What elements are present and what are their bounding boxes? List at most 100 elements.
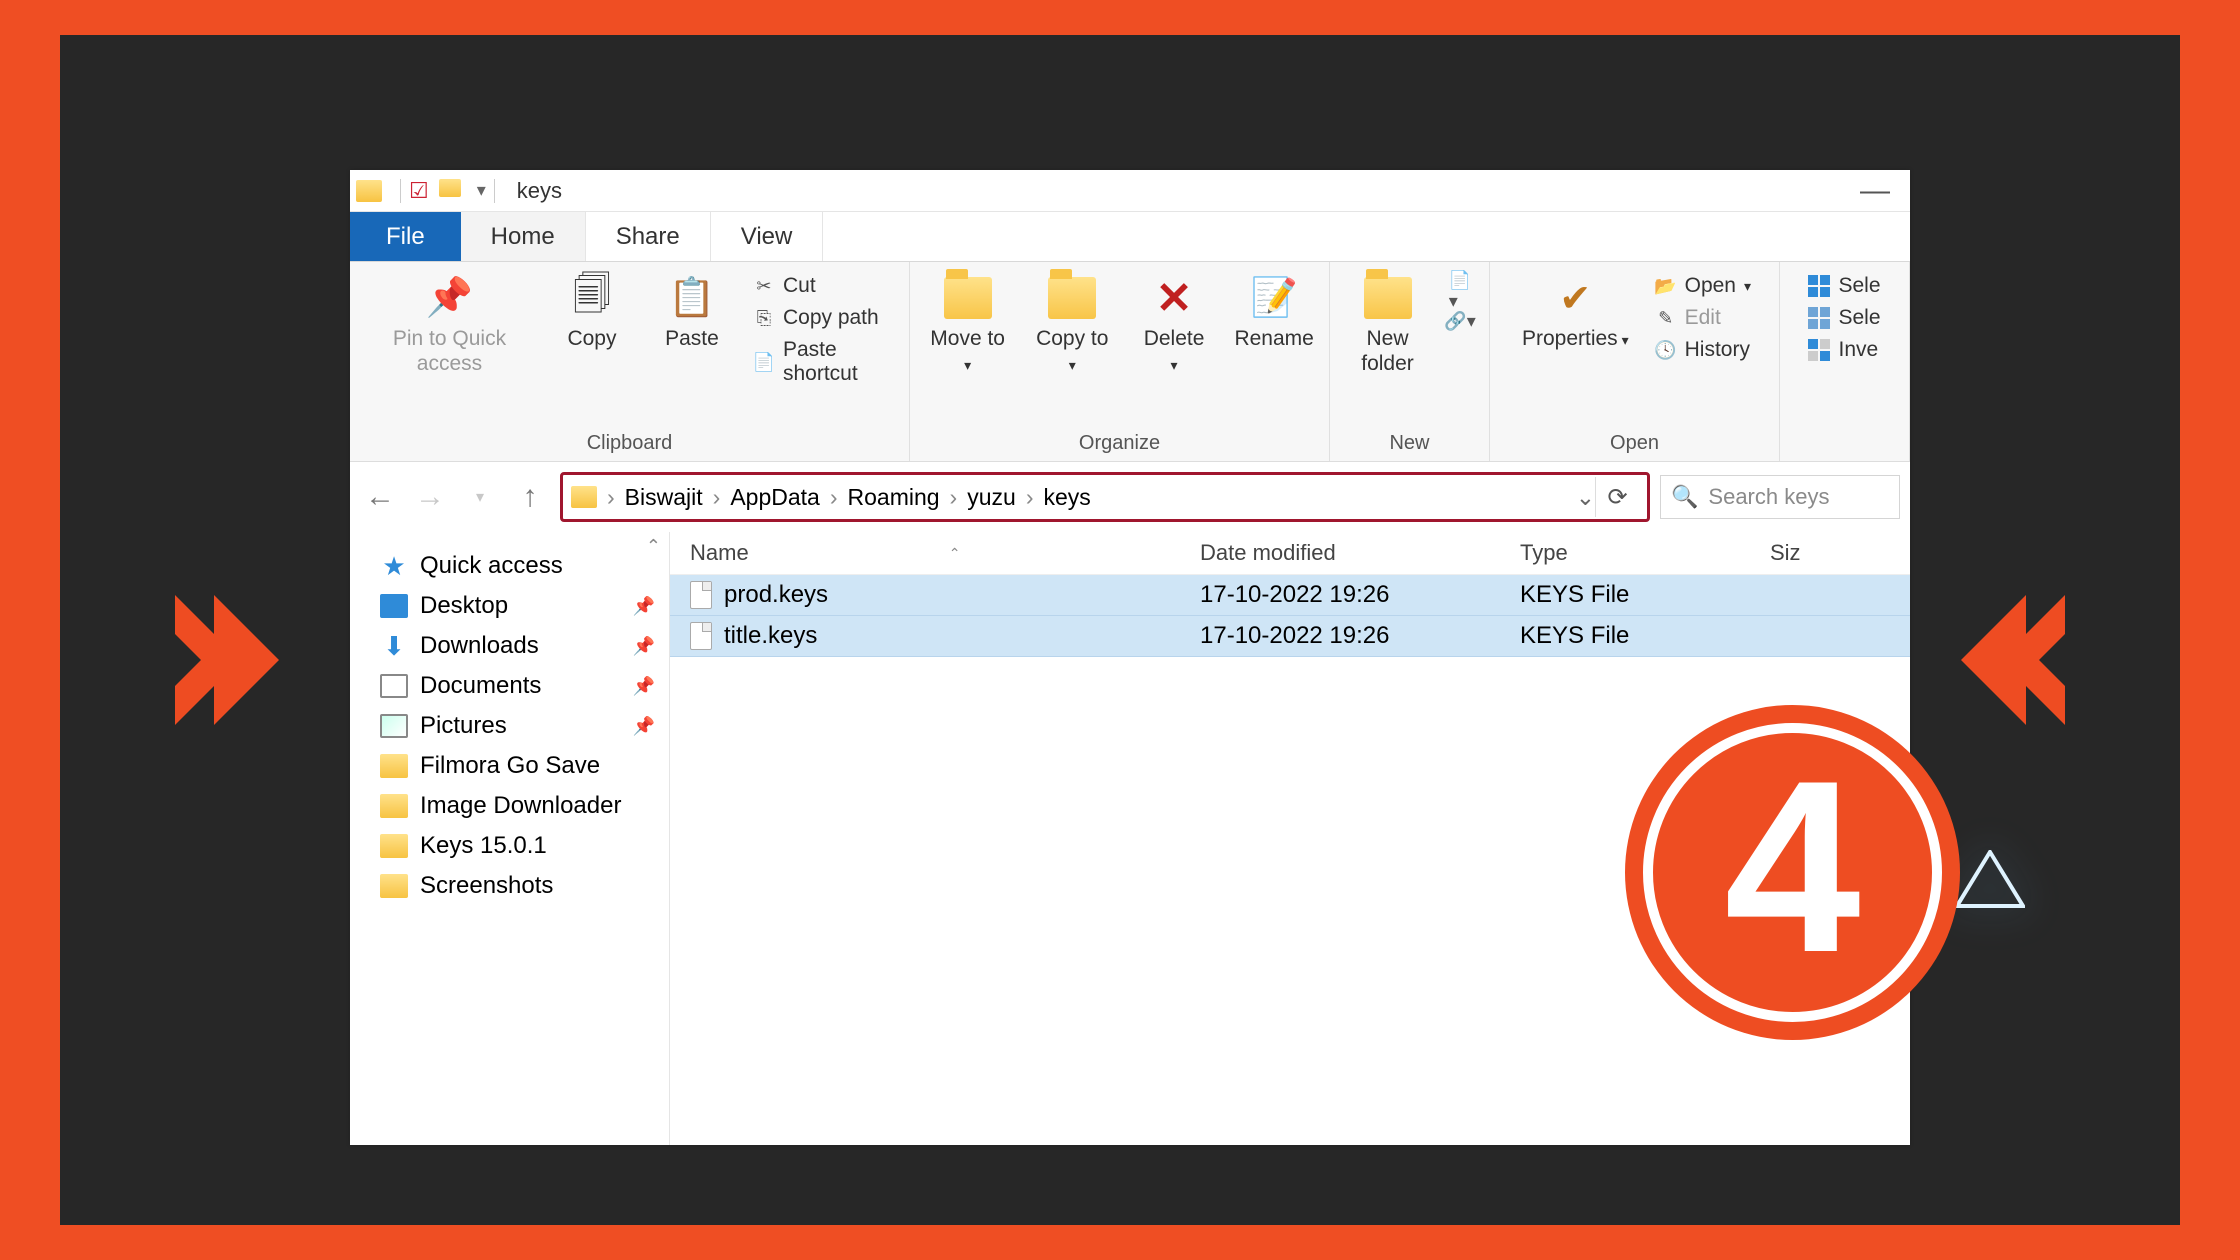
search-input[interactable]: 🔍 Search keys — [1660, 475, 1900, 519]
paste-button[interactable]: 📋 Paste — [647, 270, 737, 355]
tab-home[interactable]: Home — [461, 212, 586, 261]
select-none-button[interactable]: Sele — [1808, 306, 1880, 330]
sidebar-item-folder[interactable]: Screenshots — [376, 866, 659, 906]
sidebar-item-pictures[interactable]: Pictures 📌 — [376, 706, 659, 746]
column-modified[interactable]: Date modified — [1200, 540, 1520, 566]
breadcrumb-segment[interactable]: Roaming — [848, 484, 940, 511]
paste-shortcut-button[interactable]: 📄Paste shortcut — [753, 338, 891, 386]
rename-icon: 📝 — [1250, 274, 1298, 322]
copy-to-icon — [1048, 274, 1096, 322]
sidebar-quick-access[interactable]: ★ Quick access — [376, 546, 659, 586]
properties-button[interactable]: ✔ Properties — [1512, 270, 1639, 355]
file-row[interactable]: title.keys 17-10-2022 19:26 KEYS File — [670, 616, 1910, 657]
paste-shortcut-icon: 📄 — [753, 351, 775, 373]
sidebar-item-label: Filmora Go Save — [420, 752, 600, 780]
cut-icon: ✂ — [753, 275, 775, 297]
copy-path-button[interactable]: ⎘Copy path — [753, 306, 891, 330]
move-to-button[interactable]: Move to — [920, 270, 1016, 380]
history-button[interactable]: 🕓History — [1655, 338, 1751, 362]
nav-forward-button[interactable]: → — [410, 480, 450, 514]
file-explorer-window: ☑ ▾ keys — File Home Share View 📌 Pin to… — [350, 170, 1910, 1145]
tab-share[interactable]: Share — [586, 212, 711, 261]
select-all-button[interactable]: Sele — [1808, 274, 1880, 298]
easy-access-button[interactable]: 🔗▾ — [1449, 310, 1471, 332]
star-icon: ★ — [380, 554, 408, 578]
sidebar-item-folder[interactable]: Image Downloader — [376, 786, 659, 826]
tab-view[interactable]: View — [711, 212, 824, 261]
nav-back-button[interactable]: ← — [360, 480, 400, 514]
search-placeholder: Search keys — [1708, 484, 1829, 510]
file-type: KEYS File — [1520, 622, 1770, 650]
open-button[interactable]: 📂Open ▾ — [1655, 274, 1751, 298]
column-headers[interactable]: Name ⌃ Date modified Type Siz — [670, 532, 1910, 575]
minimize-button[interactable]: — — [1860, 174, 1890, 208]
sidebar-item-folder[interactable]: Keys 15.0.1 — [376, 826, 659, 866]
scroll-up-icon[interactable]: ⌃ — [646, 536, 661, 557]
qat-properties-icon[interactable]: ☑ — [409, 178, 429, 204]
column-name[interactable]: Name — [690, 540, 749, 566]
address-dropdown-icon[interactable]: ⌄ — [1576, 484, 1595, 511]
breadcrumb-segment[interactable]: Biswajit — [625, 484, 703, 511]
tab-file[interactable]: File — [350, 212, 461, 261]
new-item-button[interactable]: 📄▾ — [1449, 280, 1471, 302]
cursor-triangle-icon — [1955, 850, 2025, 915]
select-all-icon — [1808, 275, 1830, 297]
file-row[interactable]: prod.keys 17-10-2022 19:26 KEYS File — [670, 575, 1910, 616]
copy-path-icon: ⎘ — [753, 307, 775, 329]
breadcrumb-segment[interactable]: yuzu — [967, 484, 1016, 511]
select-none-icon — [1808, 307, 1830, 329]
desktop-icon — [380, 594, 408, 618]
file-type: KEYS File — [1520, 581, 1770, 609]
file-icon — [690, 581, 712, 609]
file-name: prod.keys — [724, 581, 828, 609]
sidebar-item-downloads[interactable]: ⬇ Downloads 📌 — [376, 626, 659, 666]
copy-to-button[interactable]: Copy to — [1025, 270, 1119, 380]
edit-icon: ✎ — [1655, 307, 1677, 329]
folder-icon — [380, 794, 408, 818]
nav-recent-button[interactable]: ▾ — [460, 487, 500, 507]
sidebar-item-folder[interactable]: Filmora Go Save — [376, 746, 659, 786]
sidebar-item-documents[interactable]: Documents 📌 — [376, 666, 659, 706]
address-bar[interactable]: › Biswajit › AppData › Roaming › yuzu › … — [560, 472, 1650, 522]
nav-up-button[interactable]: ↑ — [510, 480, 550, 514]
next-step-icon[interactable] — [1935, 595, 2065, 730]
address-folder-icon — [571, 486, 597, 508]
sidebar-item-label: Documents — [420, 672, 541, 700]
delete-button[interactable]: ✕ Delete — [1129, 270, 1219, 380]
file-modified: 17-10-2022 19:26 — [1200, 622, 1520, 650]
download-icon: ⬇ — [380, 634, 408, 658]
file-name: title.keys — [724, 622, 817, 650]
prev-step-icon[interactable] — [175, 595, 305, 730]
invert-selection-button[interactable]: Inve — [1808, 338, 1880, 362]
crumb-separator: › — [607, 484, 615, 511]
documents-icon — [380, 674, 408, 698]
breadcrumb-segment[interactable]: AppData — [730, 484, 820, 511]
cut-button[interactable]: ✂Cut — [753, 274, 891, 298]
ribbon-group-new: New folder 📄▾ 🔗▾ New — [1330, 262, 1490, 461]
sidebar-item-label: Downloads — [420, 632, 539, 660]
sidebar-item-label: Screenshots — [420, 872, 553, 900]
sidebar-item-label: Image Downloader — [420, 792, 621, 820]
sidebar-item-desktop[interactable]: Desktop 📌 — [376, 586, 659, 626]
address-row: ← → ▾ ↑ › Biswajit › AppData › Roaming ›… — [350, 462, 1910, 532]
column-type[interactable]: Type — [1520, 540, 1770, 566]
pictures-icon — [380, 714, 408, 738]
copy-button[interactable]: 🗐 Copy — [547, 270, 637, 355]
folder-icon — [380, 874, 408, 898]
sidebar-item-label: Desktop — [420, 592, 508, 620]
delete-icon: ✕ — [1150, 274, 1198, 322]
rename-button[interactable]: 📝 Rename — [1229, 270, 1319, 355]
pin-icon: 📌 — [633, 716, 655, 737]
folder-icon — [356, 180, 382, 202]
new-folder-button[interactable]: New folder — [1342, 270, 1433, 380]
new-item-icon: 📄▾ — [1449, 280, 1471, 302]
qat-folder-icon[interactable] — [439, 179, 471, 202]
ribbon-group-organize: Move to Copy to ✕ Delete 📝 Rename — [910, 262, 1330, 461]
column-size[interactable]: Siz — [1770, 540, 1890, 566]
group-label-organize: Organize — [1079, 432, 1160, 459]
breadcrumb-segment[interactable]: keys — [1043, 484, 1090, 511]
edit-button[interactable]: ✎Edit — [1655, 306, 1751, 330]
qat-dropdown-icon[interactable]: ▾ — [477, 180, 486, 201]
pin-to-quick-access-button[interactable]: 📌 Pin to Quick access — [362, 270, 537, 380]
refresh-button[interactable]: ⟳ — [1595, 477, 1639, 517]
